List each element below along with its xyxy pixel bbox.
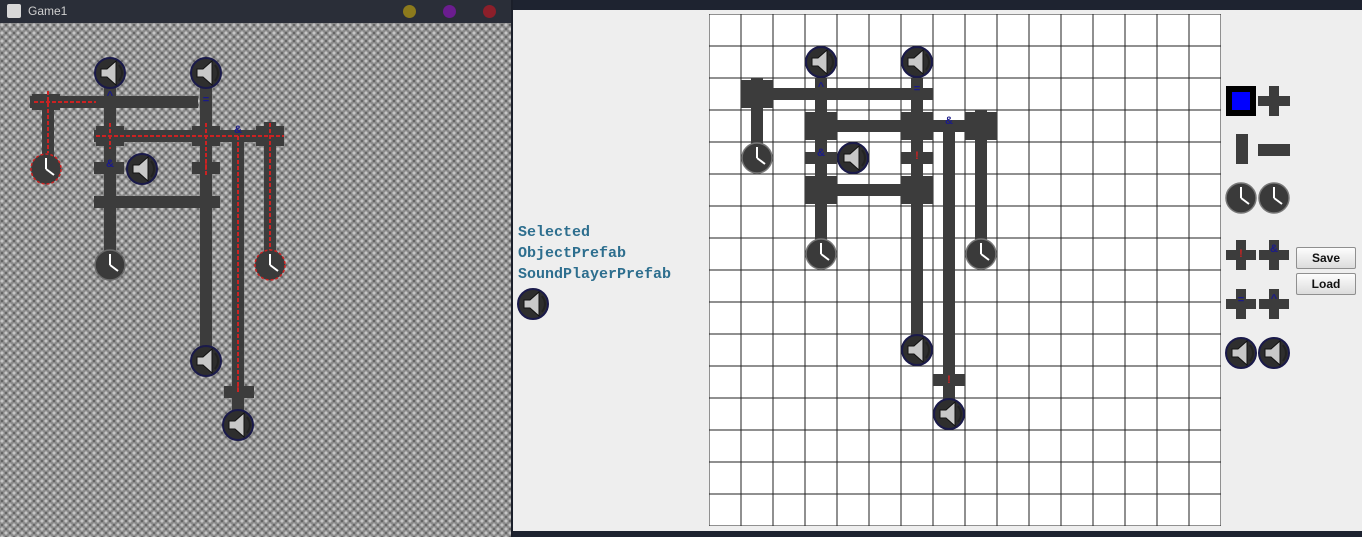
empty-tile-icon[interactable] — [1226, 86, 1256, 116]
svg-text:&: & — [945, 115, 953, 127]
selected-label: Selected — [518, 224, 591, 241]
maximize-button[interactable] — [443, 5, 456, 18]
game-canvas[interactable]: ^ = & & ! ! — [0, 23, 511, 537]
save-button[interactable]: Save — [1296, 247, 1356, 269]
selected-speaker-icon — [517, 288, 549, 320]
selected-prefab: SoundPlayerPrefab — [518, 266, 672, 283]
vertical-pipe-icon[interactable] — [1236, 134, 1248, 164]
svg-text:&: & — [234, 124, 242, 136]
svg-text:!: ! — [1239, 248, 1243, 260]
svg-text:=: = — [203, 94, 209, 106]
selected-category: ObjectPrefab — [518, 245, 627, 262]
svg-text:!: ! — [236, 383, 240, 395]
load-button[interactable]: Load — [1296, 273, 1356, 295]
minimize-button[interactable] — [403, 5, 416, 18]
cross-pipe-icon[interactable] — [1258, 86, 1290, 116]
svg-text:^: ^ — [1271, 293, 1278, 305]
equal-gate-icon[interactable]: = — [1226, 289, 1256, 319]
svg-text:!: ! — [915, 150, 919, 162]
svg-text:!: ! — [947, 374, 951, 386]
not-gate-icon[interactable]: ! — [1226, 240, 1256, 270]
speaker-icon[interactable] — [1258, 337, 1290, 369]
svg-text:&: & — [817, 147, 825, 159]
game-window: Game1 ^ = & & ! ! — [0, 0, 511, 537]
svg-text:^: ^ — [107, 90, 114, 102]
speaker-icon[interactable] — [1225, 337, 1257, 369]
clock-icon[interactable] — [1225, 182, 1257, 214]
editor-window: Selected ObjectPrefab SoundPlayerPrefab — [513, 0, 1362, 537]
svg-text:&: & — [1270, 243, 1278, 255]
close-button[interactable] — [483, 5, 496, 18]
editor-grid[interactable]: ^ = & & ! ! — [709, 14, 1221, 526]
selected-info: Selected ObjectPrefab SoundPlayerPrefab — [518, 222, 671, 285]
hat-gate-icon[interactable]: ^ — [1259, 289, 1289, 319]
java-app-icon — [7, 4, 21, 18]
editor-bottom-bar — [513, 531, 1362, 537]
svg-text:&: & — [106, 158, 114, 170]
window-title: Game1 — [28, 4, 68, 18]
clock-icon[interactable] — [1258, 182, 1290, 214]
svg-text:=: = — [1238, 294, 1244, 306]
editor-content: Selected ObjectPrefab SoundPlayerPrefab — [513, 10, 1362, 531]
title-bar: Game1 — [0, 0, 511, 23]
and-gate-icon[interactable]: & — [1259, 240, 1289, 270]
horizontal-pipe-icon[interactable] — [1258, 144, 1290, 156]
editor-title-bar — [513, 0, 1362, 10]
svg-text:^: ^ — [818, 81, 825, 93]
svg-text:=: = — [914, 83, 920, 95]
svg-text:!: ! — [204, 161, 208, 173]
tile-palette[interactable]: ! & = ^ — [1223, 80, 1293, 380]
